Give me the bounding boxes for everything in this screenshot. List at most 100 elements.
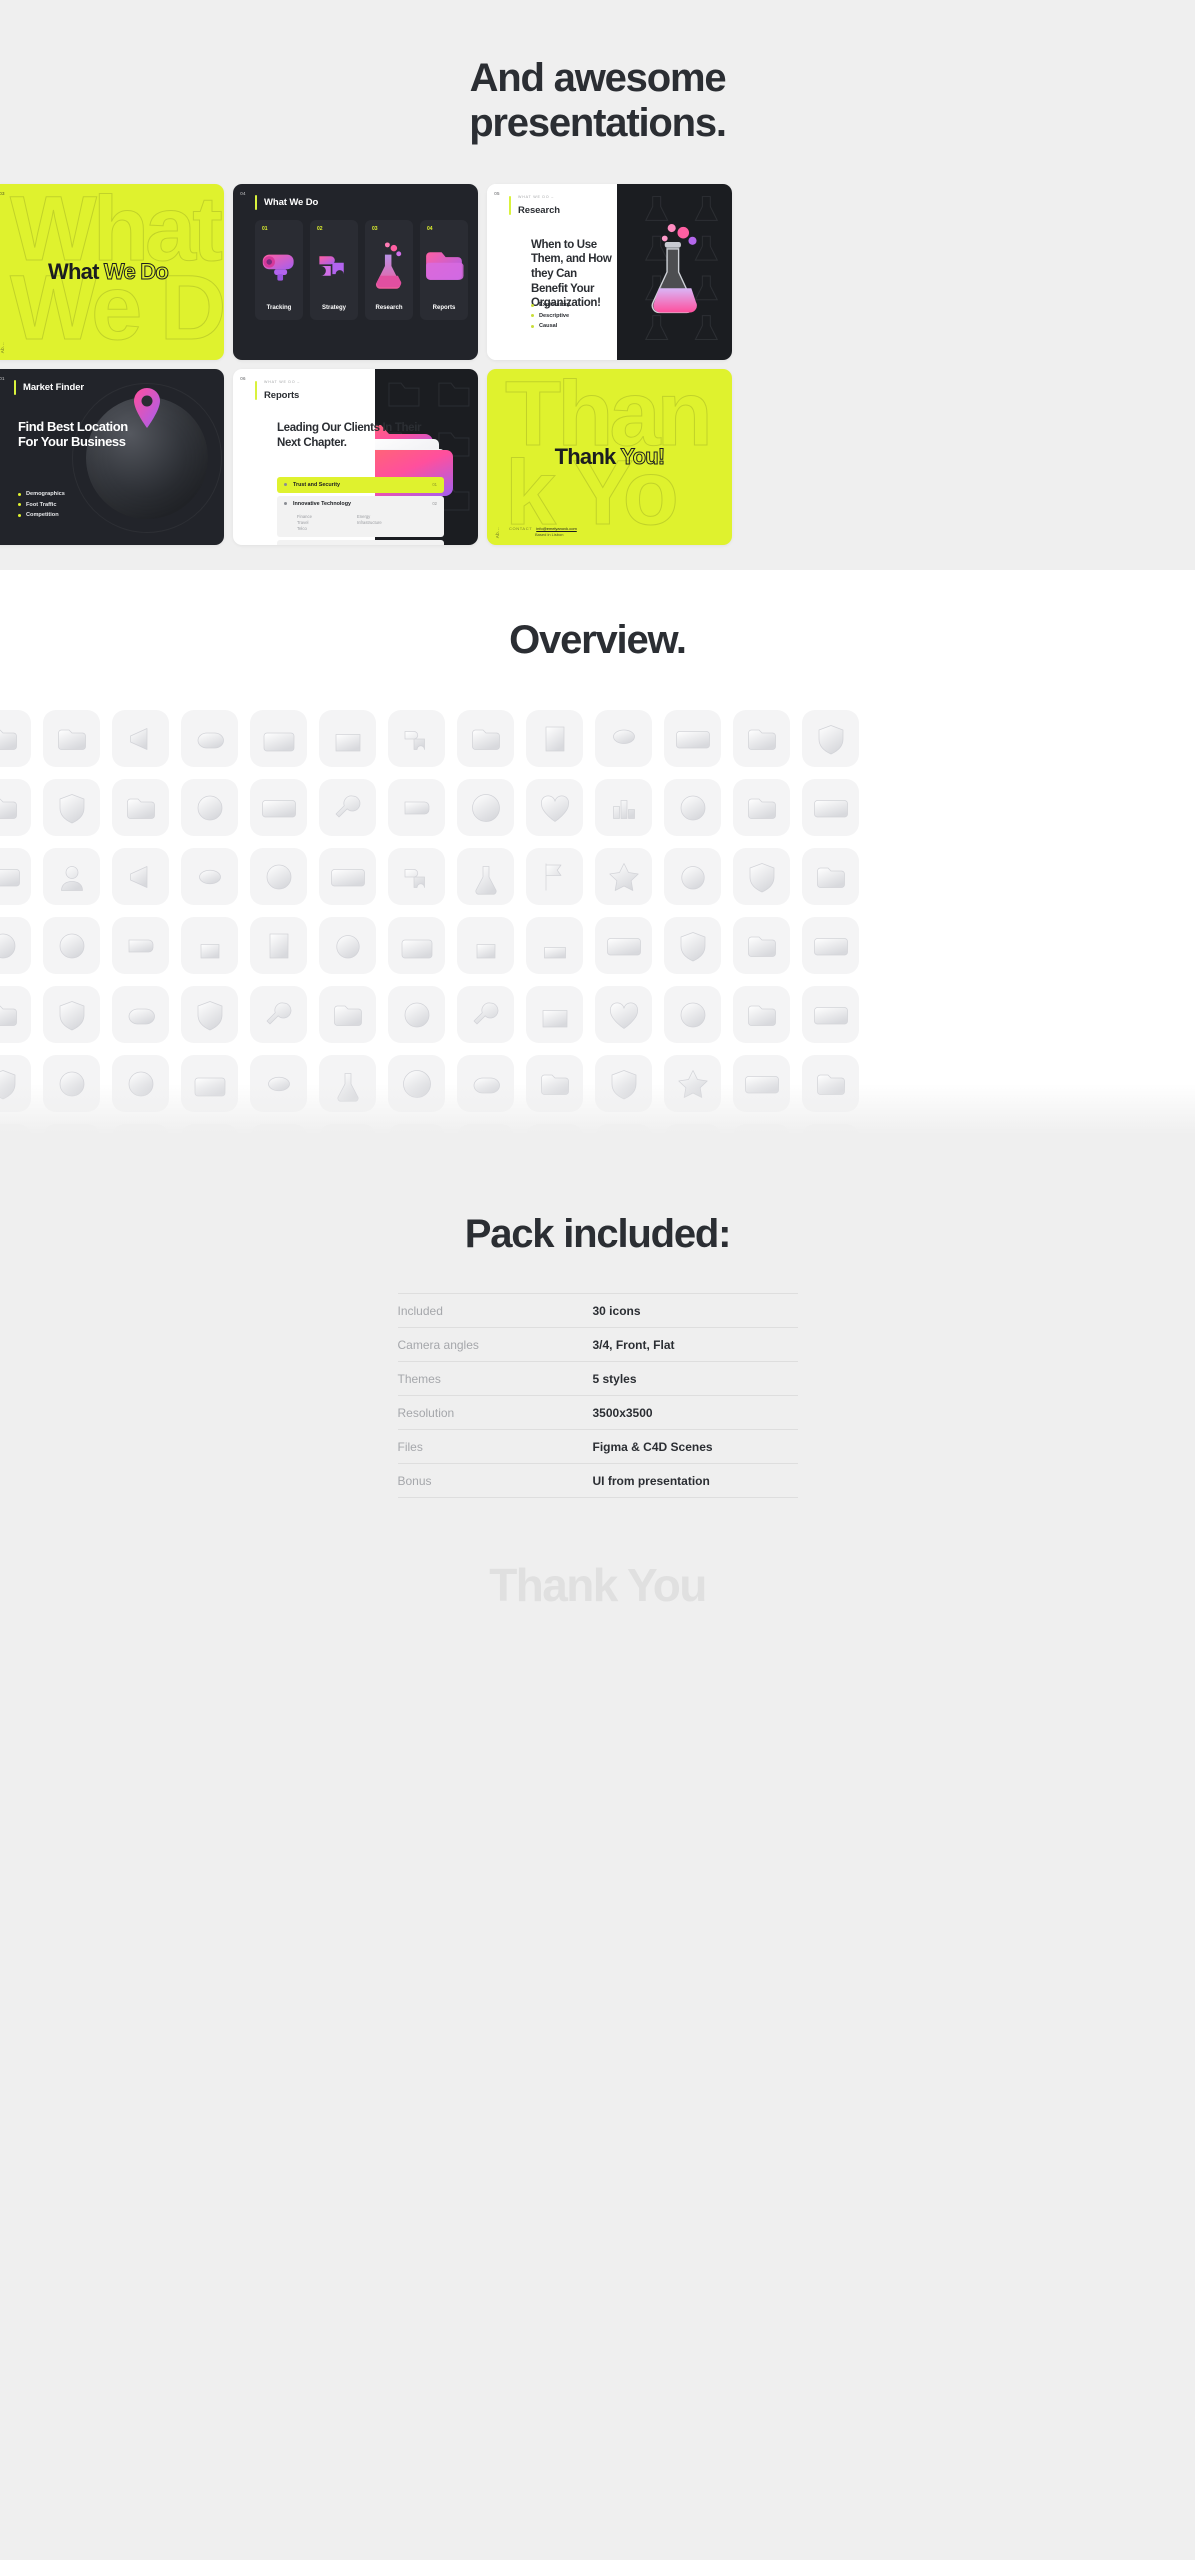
icon-grid-cell[interactable] — [520, 1049, 589, 1118]
icon-tile[interactable] — [0, 986, 31, 1044]
icon-tile[interactable] — [388, 1124, 445, 1155]
icon-grid-cell[interactable] — [244, 842, 313, 911]
icon-tile[interactable] — [250, 917, 307, 975]
icon-grid-cell[interactable] — [37, 842, 106, 911]
icon-tile[interactable] — [802, 917, 859, 975]
icon-tile[interactable] — [733, 848, 790, 906]
icon-grid-cell[interactable] — [796, 980, 865, 1049]
icon-grid-cell[interactable] — [451, 1049, 520, 1118]
icon-tile[interactable] — [181, 986, 238, 1044]
icon-tile[interactable] — [250, 1055, 307, 1113]
icon-tile[interactable] — [112, 986, 169, 1044]
icon-grid-cell[interactable] — [451, 773, 520, 842]
icon-grid-cell[interactable] — [451, 1118, 520, 1155]
slide-research[interactable]: 05 WHAT WE DO – Research When to Use The… — [487, 183, 732, 360]
icon-tile[interactable] — [457, 779, 514, 837]
icon-tile[interactable] — [595, 710, 652, 768]
icon-grid-cell[interactable] — [175, 1049, 244, 1118]
icon-grid-cell[interactable] — [175, 1118, 244, 1155]
icon-tile[interactable] — [250, 986, 307, 1044]
icon-grid-cell[interactable] — [244, 1118, 313, 1155]
icon-grid-cell[interactable] — [244, 1049, 313, 1118]
icon-grid-cell[interactable] — [727, 773, 796, 842]
icon-tile[interactable] — [0, 710, 31, 768]
icon-grid-cell[interactable] — [451, 911, 520, 980]
icon-grid-cell[interactable] — [658, 773, 727, 842]
icon-grid-cell[interactable] — [796, 842, 865, 911]
icon-tile[interactable] — [112, 710, 169, 768]
icon-grid-cell[interactable] — [0, 1118, 37, 1155]
icon-grid-cell[interactable] — [727, 911, 796, 980]
icon-tile[interactable] — [802, 848, 859, 906]
icon-tile[interactable] — [181, 1124, 238, 1155]
icon-tile[interactable] — [595, 1055, 652, 1113]
icon-tile[interactable] — [733, 986, 790, 1044]
icon-grid-cell[interactable] — [106, 1118, 175, 1155]
icon-grid-cell[interactable] — [589, 1118, 658, 1155]
icon-tile[interactable] — [457, 917, 514, 975]
icon-tile[interactable] — [0, 848, 31, 906]
icon-tile[interactable] — [0, 1055, 31, 1113]
icon-grid-cell[interactable] — [589, 1049, 658, 1118]
accordion-item-ai[interactable]: AI 03 — [277, 539, 444, 545]
icon-grid-cell[interactable] — [796, 1049, 865, 1118]
icon-tile[interactable] — [526, 1055, 583, 1113]
icon-grid-cell[interactable] — [175, 842, 244, 911]
icon-tile[interactable] — [181, 917, 238, 975]
icon-tile[interactable] — [388, 848, 445, 906]
accordion-item-trust-and-security[interactable]: Trust and Security 01 — [277, 476, 444, 493]
icon-grid-cell[interactable] — [313, 842, 382, 911]
icon-tile[interactable] — [112, 848, 169, 906]
icon-grid-cell[interactable] — [37, 1049, 106, 1118]
icon-tile[interactable] — [181, 1055, 238, 1113]
icon-tile[interactable] — [43, 917, 100, 975]
icon-tile[interactable] — [457, 710, 514, 768]
icon-grid-cell[interactable] — [727, 842, 796, 911]
icon-grid-cell[interactable] — [520, 773, 589, 842]
icon-tile[interactable] — [319, 710, 376, 768]
icon-tile[interactable] — [595, 848, 652, 906]
icon-grid-cell[interactable] — [589, 911, 658, 980]
icon-grid-cell[interactable] — [175, 911, 244, 980]
icon-tile[interactable] — [664, 917, 721, 975]
icon-grid-cell[interactable] — [382, 911, 451, 980]
icon-grid-cell[interactable] — [313, 980, 382, 1049]
icon-tile[interactable] — [526, 848, 583, 906]
icon-grid-cell[interactable] — [37, 773, 106, 842]
icon-tile[interactable] — [802, 1124, 859, 1155]
icon-tile[interactable] — [664, 1055, 721, 1113]
contact-email-link[interactable]: info@emelyanovk.com — [536, 526, 577, 531]
icon-grid-cell[interactable] — [37, 911, 106, 980]
icon-tile[interactable] — [664, 986, 721, 1044]
icon-tile[interactable] — [733, 917, 790, 975]
icon-grid-cell[interactable] — [244, 980, 313, 1049]
icon-tile[interactable] — [0, 1124, 31, 1155]
icon-grid-cell[interactable] — [0, 773, 37, 842]
icon-tile[interactable] — [802, 1055, 859, 1113]
icon-tile[interactable] — [181, 848, 238, 906]
icon-grid-cell[interactable] — [796, 773, 865, 842]
icon-grid-cell[interactable] — [727, 980, 796, 1049]
icon-tile[interactable] — [733, 1055, 790, 1113]
icon-tile[interactable] — [664, 1124, 721, 1155]
icon-grid-cell[interactable] — [451, 704, 520, 773]
icon-tile[interactable] — [0, 917, 31, 975]
icon-grid-cell[interactable] — [175, 773, 244, 842]
icon-grid-cell[interactable] — [727, 1049, 796, 1118]
icon-grid-cell[interactable] — [313, 773, 382, 842]
icon-tile[interactable] — [457, 986, 514, 1044]
icon-grid-cell[interactable] — [313, 704, 382, 773]
icon-grid-cell[interactable] — [658, 980, 727, 1049]
icon-tile[interactable] — [181, 710, 238, 768]
icon-tile[interactable] — [43, 779, 100, 837]
icon-grid-cell[interactable] — [106, 1049, 175, 1118]
icon-grid-cell[interactable] — [451, 842, 520, 911]
icon-grid-cell[interactable] — [382, 773, 451, 842]
icon-tile[interactable] — [250, 848, 307, 906]
icon-grid-cell[interactable] — [0, 842, 37, 911]
icon-grid-cell[interactable] — [727, 1118, 796, 1155]
icon-tile-tracking[interactable]: 01 Tracking — [255, 219, 303, 320]
icon-grid-cell[interactable] — [175, 980, 244, 1049]
icon-grid-cell[interactable] — [520, 704, 589, 773]
icon-tile[interactable] — [664, 779, 721, 837]
